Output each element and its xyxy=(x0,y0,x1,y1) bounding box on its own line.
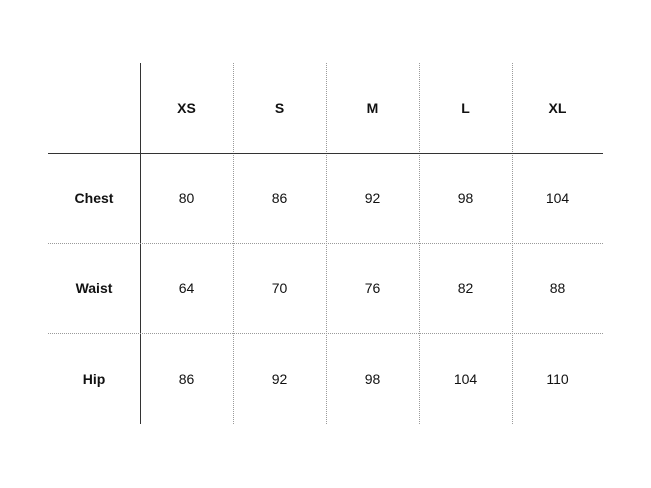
row-header-hip: Hip xyxy=(82,370,106,387)
table-cell: 98 xyxy=(457,190,474,206)
corner-cell xyxy=(48,63,140,153)
table-cell: 80 xyxy=(178,190,195,206)
table-cell: 98 xyxy=(364,370,381,387)
table-cell: 64 xyxy=(178,280,195,296)
column-header-l: L xyxy=(461,100,470,116)
size-table: XS S M L XL Chest 80 86 92 98 104 Waist … xyxy=(48,63,603,424)
size-chart-page: XS S M L XL Chest 80 86 92 98 104 Waist … xyxy=(0,0,651,488)
table-cell: 104 xyxy=(545,190,570,206)
table-cell: 92 xyxy=(364,190,381,206)
table-cell: 88 xyxy=(549,280,566,296)
table-cell: 92 xyxy=(271,370,288,387)
table-cell: 76 xyxy=(364,280,381,296)
row-header-waist: Waist xyxy=(75,280,113,296)
table-cell: 86 xyxy=(271,190,288,206)
column-header-xl: XL xyxy=(548,100,567,116)
table-cell: 82 xyxy=(457,280,474,296)
column-header-m: M xyxy=(366,100,379,116)
table-cell: 110 xyxy=(546,370,569,387)
table-cell: 86 xyxy=(178,370,195,387)
table-cell: 70 xyxy=(271,280,288,296)
row-header-chest: Chest xyxy=(74,190,114,206)
column-header-xs: XS xyxy=(177,100,196,116)
table-cell: 104 xyxy=(453,370,478,387)
column-header-s: S xyxy=(274,100,285,116)
